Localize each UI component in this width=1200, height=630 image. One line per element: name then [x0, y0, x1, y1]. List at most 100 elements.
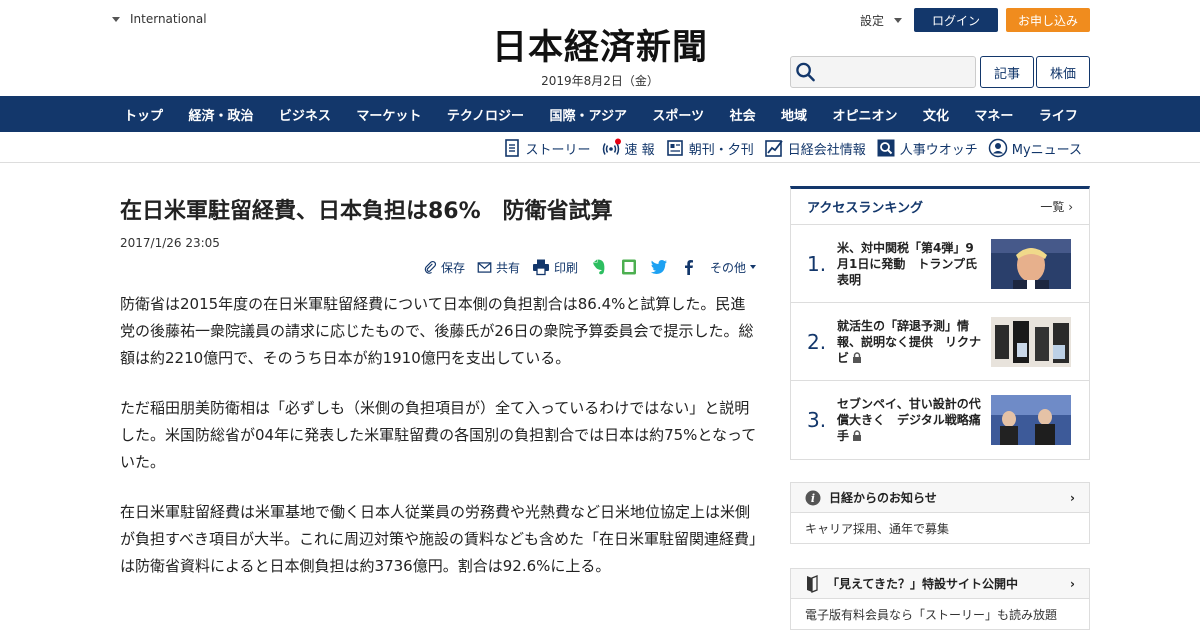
- notice-title: 「見えてきた？」特設サイト公開中: [827, 577, 1019, 591]
- subnav-item-personnel[interactable]: 人事ウオッチ: [876, 138, 978, 158]
- facebook-button[interactable]: [680, 258, 698, 276]
- twitter-button[interactable]: [650, 258, 668, 276]
- info-icon: i: [805, 490, 821, 505]
- mail-icon: [477, 261, 492, 273]
- lock-icon: [853, 351, 862, 363]
- ranking-more-link[interactable]: 一覧 ›: [1040, 198, 1073, 215]
- evernote-icon: [592, 259, 605, 275]
- share-label: 共有: [495, 260, 520, 275]
- notice-title: 日経からのお知らせ: [829, 491, 937, 505]
- ranking-headline: 米、対中関税「第4弾」9月1日に発動 トランプ氏表明: [837, 240, 977, 287]
- ranking-thumbnail: [991, 395, 1071, 445]
- print-label: 印刷: [553, 260, 578, 275]
- login-button[interactable]: ログイン: [914, 8, 998, 32]
- chevron-right-icon: ›: [1070, 490, 1075, 505]
- header-date: 2019年8月2日（金）: [541, 74, 659, 88]
- ranking-headline: 就活生の「辞退予測」情報、説明なく提供 リクナビ: [837, 318, 991, 366]
- nav-item-money[interactable]: マネー: [962, 105, 1025, 124]
- search-icon[interactable]: [795, 61, 816, 83]
- subnav-item-story[interactable]: ストーリー: [502, 138, 591, 158]
- evernote-button[interactable]: [590, 258, 608, 276]
- nav-item-top[interactable]: トップ: [112, 105, 175, 124]
- search-box: [790, 56, 976, 88]
- subnav-label: ストーリー: [525, 142, 591, 158]
- facebook-icon: [684, 260, 693, 275]
- subnav-item-mynews[interactable]: Myニュース: [988, 138, 1082, 158]
- ranking-item[interactable]: 1. 米、対中関税「第4弾」9月1日に発動 トランプ氏表明: [791, 225, 1089, 303]
- apply-button[interactable]: お申し込み: [1006, 8, 1090, 32]
- caret-down-icon: [112, 16, 120, 22]
- nav-item-economy[interactable]: 経済・政治: [176, 105, 265, 124]
- twitter-icon: [650, 260, 667, 274]
- international-link[interactable]: International: [112, 12, 207, 26]
- magnifier-icon: [877, 139, 895, 157]
- access-ranking: アクセスランキング 一覧 › 1. 米、対中関税「第4弾」9月1日に発動 トラン…: [790, 186, 1090, 460]
- chart-icon: [764, 140, 783, 157]
- nav-item-technology[interactable]: テクノロジー: [435, 105, 536, 124]
- memo-icon: [621, 259, 636, 275]
- broadcast-icon: [602, 138, 621, 155]
- newspaper-icon: [666, 140, 683, 156]
- nav-item-international[interactable]: 国際・アジア: [537, 105, 638, 124]
- notice-body[interactable]: 電子版有料会員なら「ストーリー」も読み放題: [791, 599, 1089, 629]
- article-body: 防衛省は2015年度の在日米軍駐留経費について日本側の負担割合は86.4%と試算…: [120, 291, 760, 603]
- site-logo[interactable]: 日本経済新聞: [450, 28, 750, 68]
- print-button[interactable]: 印刷: [532, 258, 578, 276]
- share-button[interactable]: 共有: [477, 259, 520, 276]
- chevron-right-icon: ›: [1068, 200, 1073, 214]
- document-icon: [504, 139, 519, 157]
- more-label: その他: [709, 260, 746, 275]
- ranking-more-label: 一覧: [1040, 200, 1065, 214]
- more-share-button[interactable]: その他: [710, 259, 756, 276]
- ranking-title: アクセスランキング: [807, 201, 923, 216]
- caret-down-icon: [894, 18, 903, 23]
- nav-item-sports[interactable]: スポーツ: [640, 105, 716, 124]
- ranking-thumbnail: [991, 238, 1071, 289]
- subnav-item-company[interactable]: 日経会社情報: [764, 138, 866, 158]
- settings-label: 設定: [860, 14, 885, 28]
- special-site-notice: 「見えてきた？」特設サイト公開中 › 電子版有料会員なら「ストーリー」も読み放題: [790, 568, 1090, 630]
- ranking-thumbnail: [991, 316, 1071, 367]
- svg-text:i: i: [811, 492, 815, 505]
- subnav-item-breaking[interactable]: 速 報: [601, 138, 655, 158]
- main-nav: トップ 経済・政治 ビジネス マーケット テクノロジー 国際・アジア スポーツ …: [0, 96, 1200, 132]
- share-toolbar: 保存 共有 印刷 その他: [423, 258, 756, 276]
- nav-item-society[interactable]: 社会: [718, 105, 768, 124]
- nav-item-business[interactable]: ビジネス: [267, 105, 343, 124]
- bookmark-button[interactable]: [620, 258, 638, 276]
- ranking-number: 3.: [807, 408, 827, 432]
- article-headline: 在日米軍駐留経費、日本負担は86% 防衛省試算: [120, 199, 613, 224]
- nav-item-life[interactable]: ライフ: [1027, 105, 1090, 124]
- bookmark-icon: [807, 574, 818, 593]
- notice-body[interactable]: キャリア採用、通年で募集: [791, 513, 1089, 543]
- article-paragraph: 防衛省は2015年度の在日米軍駐留経費について日本側の負担割合は86.4%と試算…: [120, 295, 754, 367]
- article-date: 2017/1/26 23:05: [120, 236, 220, 250]
- paperclip-icon: [424, 260, 436, 274]
- subnav-label: 日経会社情報: [787, 142, 866, 158]
- subnav-item-paper[interactable]: 朝刊・夕刊: [665, 138, 754, 158]
- nav-item-market[interactable]: マーケット: [344, 105, 433, 124]
- search-input[interactable]: [820, 58, 975, 86]
- ranking-headline: セブンペイ、甘い設計の代償大きく デジタル戦略痛手: [837, 396, 991, 444]
- nav-item-region[interactable]: 地域: [769, 105, 819, 124]
- stock-search-button[interactable]: 株価: [1036, 56, 1090, 88]
- nav-item-opinion[interactable]: オピニオン: [821, 105, 910, 124]
- notice-header[interactable]: i 日経からのお知らせ ›: [791, 483, 1089, 513]
- ranking-item[interactable]: 3. セブンペイ、甘い設計の代償大きく デジタル戦略痛手: [791, 381, 1089, 459]
- save-label: 保存: [440, 260, 465, 275]
- user-icon: [988, 138, 1007, 158]
- nav-item-culture[interactable]: 文化: [911, 105, 961, 124]
- ranking-number: 1.: [807, 251, 827, 276]
- article-paragraph: 在日米軍駐留経費は米軍基地で働く日本人従業員の労務費や光熱費など日米地位協定上は…: [120, 503, 757, 575]
- subnav-label: Myニュース: [1011, 142, 1082, 158]
- save-button[interactable]: 保存: [423, 259, 465, 276]
- article-search-button[interactable]: 記事: [980, 56, 1034, 88]
- ranking-item[interactable]: 2. 就活生の「辞退予測」情報、説明なく提供 リクナビ: [791, 303, 1089, 381]
- article-paragraph: ただ稲田朋美防衛相は「必ずしも（米側の負担項目が）全て入っているわけではない」と…: [120, 399, 757, 471]
- subnav-label: 人事ウオッチ: [899, 142, 978, 158]
- settings-menu[interactable]: 設定: [860, 12, 903, 29]
- international-label: International: [130, 12, 207, 26]
- sub-nav: ストーリー 速 報 朝刊・夕刊 日経会社情報 人事ウオッチ Myニュース: [0, 132, 1200, 163]
- printer-icon: [532, 259, 549, 276]
- notice-header[interactable]: 「見えてきた？」特設サイト公開中 ›: [791, 569, 1089, 599]
